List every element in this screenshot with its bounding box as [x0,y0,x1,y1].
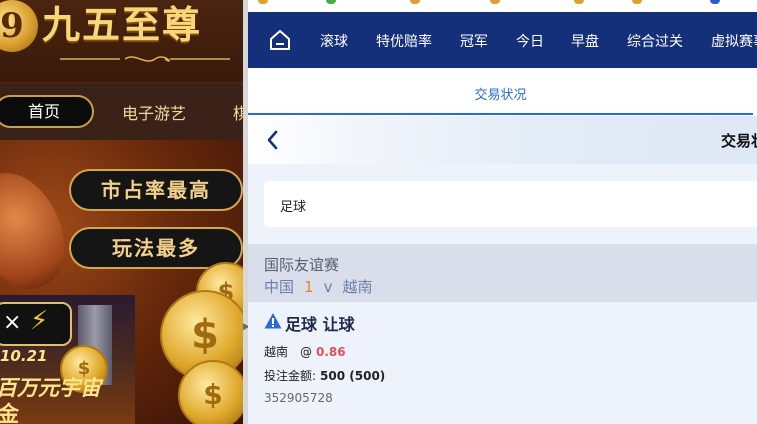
promo-nav-more[interactable]: 棋 [233,100,243,124]
away-team: 越南 [342,278,373,296]
home-icon[interactable] [268,28,292,52]
match-score: 1 [304,278,314,296]
chrome-tab-icon [574,0,584,4]
tab-bar: 交易状况 [248,68,757,116]
bet-amount-label: 投注金额: [264,369,317,383]
nav-item-outright[interactable]: 冠军 [460,31,488,51]
home-team: 中国 [264,278,295,296]
back-icon[interactable] [264,128,280,152]
close-icon: × [3,310,22,335]
promo-panel: 9 九五至尊 首页 电子游艺 棋 市占率最高 玩法最多 $ $ $ $ × ⚡ … [0,0,243,424]
nav-item-early[interactable]: 早盘 [571,31,599,51]
nav-item-live[interactable]: 滚球 [320,31,348,51]
bet-odds: 0.86 [316,345,346,359]
warning-icon [264,313,282,329]
bet-card: 足球 让球 越南 @0.86 投注金额: 500 (500) 352905728 [248,302,757,424]
chrome-tab-icon [326,0,336,4]
lightning-icon: ⚡ [30,306,49,336]
versus-label: v [323,278,333,296]
title-bar: 交易状况 [248,116,757,164]
ornament-icon [60,56,230,62]
chrome-tab-icon [490,0,500,4]
sport-filter-label: 足球 [280,200,307,215]
nav-item-parlay[interactable]: 综合过关 [627,31,683,51]
chrome-tab-icon [258,0,268,4]
tab-transaction-status[interactable]: 交易状况 [248,84,753,103]
logo-text: 九五至尊 [42,2,203,47]
bet-selection-team: 越南 [264,345,289,359]
event-date: 10.21 [0,347,48,365]
tab-underline [248,113,753,115]
sport-filter[interactable]: 足球 [264,181,757,227]
at-symbol: @ [300,345,313,359]
bet-amount-value: 500 (500) [320,369,386,383]
bet-amount: 投注金额: 500 (500) [264,367,385,384]
chrome-tab-icon [632,0,642,4]
promo-nav-games[interactable]: 电子游艺 [122,100,186,124]
chrome-tab-icon [410,0,420,4]
chrome-tab-icon [710,0,720,4]
bet-id: 352905728 [264,391,333,405]
league-header: 国际友谊赛 中国 1 v 越南 [248,244,757,302]
main-navbar: 滚球 特优赔率 冠军 今日 早盘 综合过关 虚拟赛事 [248,12,757,68]
promo-nav-home[interactable]: 首页 [0,95,94,128]
nav-item-today[interactable]: 今日 [516,31,544,51]
bet-title: 足球 让球 [285,315,355,334]
promo-header: 9 九五至尊 [0,0,243,82]
league-name: 国际友谊赛 [264,256,340,274]
betting-app: 滚球 特优赔率 冠军 今日 早盘 综合过关 虚拟赛事 交易状况 交易状况 足球 … [248,0,757,424]
match-line: 中国 1 v 越南 [264,276,372,297]
nav-item-virtual[interactable]: 虚拟赛事 [711,31,757,51]
logo-badge: 9 [0,0,38,52]
page-title: 交易状况 [721,132,757,150]
nav-item-best-odds[interactable]: 特优赔率 [376,31,432,51]
bet-selection: 越南 @0.86 [264,343,346,360]
event-title-2: 金 [0,402,19,424]
coin-icon: $ [178,360,243,424]
top-chrome [248,0,757,12]
promo-pill-market: 市占率最高 [69,169,243,211]
